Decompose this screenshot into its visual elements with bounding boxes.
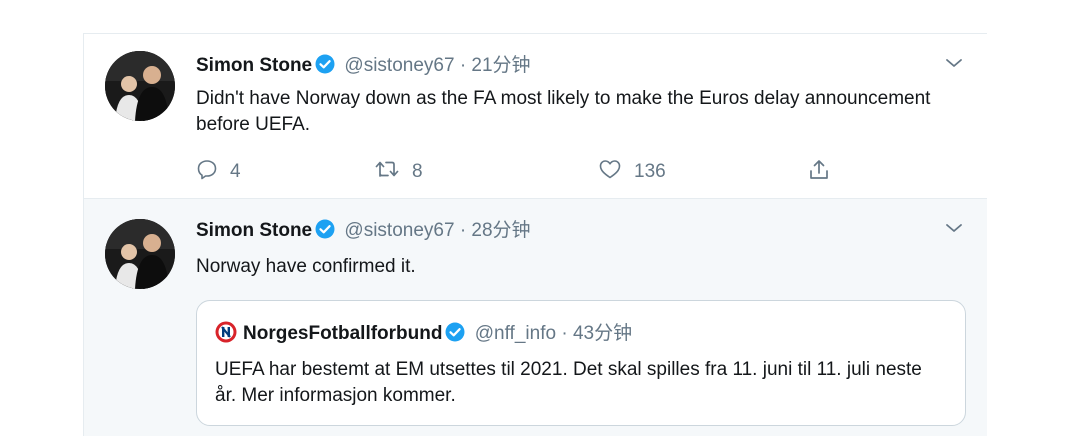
separator-dot: · (459, 55, 467, 76)
quoted-tweet-text: UEFA har bestemt at EM utsettes til 2021… (215, 359, 922, 406)
avatar[interactable] (105, 219, 175, 289)
retweet-count: 8 (412, 161, 423, 182)
author-name[interactable]: Simon Stone (196, 220, 312, 241)
verified-badge-icon (315, 54, 335, 81)
timestamp[interactable]: 21分钟 (471, 55, 530, 76)
separator-dot: · (459, 220, 467, 241)
quoted-tweet-header: NorgesFotballforbund @nff_info · 43分钟 (215, 321, 632, 350)
verified-badge-icon (315, 219, 335, 246)
author-handle[interactable]: @sistoney67 (344, 220, 454, 241)
reply-count: 4 (230, 161, 241, 182)
timeline: Simon Stone @sistoney67 · 21分钟 Didn't ha… (83, 33, 987, 436)
tweet-header: Simon Stone @sistoney67 · 28分钟 (196, 219, 531, 246)
tweet[interactable]: Simon Stone @sistoney67 · 28分钟 Norway ha… (84, 199, 987, 436)
verified-badge-icon (445, 322, 465, 349)
quoted-author-handle[interactable]: @nff_info (475, 323, 556, 344)
avatar[interactable] (105, 51, 175, 121)
retweet-icon (374, 158, 400, 186)
quoted-author-name[interactable]: NorgesFotballforbund (243, 323, 442, 344)
like-button[interactable]: 136 (598, 158, 666, 186)
chevron-down-icon[interactable] (945, 56, 963, 74)
tweet[interactable]: Simon Stone @sistoney67 · 21分钟 Didn't ha… (84, 34, 987, 199)
tweet-header: Simon Stone @sistoney67 · 21分钟 (196, 54, 531, 81)
separator-dot: · (561, 323, 568, 344)
tweet-text: Norway have confirmed it. (196, 256, 416, 277)
author-name[interactable]: Simon Stone (196, 55, 312, 76)
timestamp[interactable]: 28分钟 (471, 220, 530, 241)
author-handle[interactable]: @sistoney67 (344, 55, 454, 76)
tweet-text: Didn't have Norway down as the FA most l… (196, 88, 931, 135)
retweet-button[interactable]: 8 (374, 158, 423, 186)
heart-icon (598, 158, 622, 186)
nff-logo-icon (215, 321, 237, 350)
quoted-tweet[interactable]: NorgesFotballforbund @nff_info · 43分钟 UE… (196, 300, 966, 426)
share-icon (807, 158, 831, 188)
share-button[interactable] (807, 158, 831, 188)
quoted-timestamp[interactable]: 43分钟 (573, 323, 632, 344)
reply-button[interactable]: 4 (196, 158, 241, 186)
like-count: 136 (634, 161, 666, 182)
chevron-down-icon[interactable] (945, 221, 963, 239)
tweet-actions: 4 8 136 (196, 158, 896, 186)
reply-icon (196, 158, 218, 186)
